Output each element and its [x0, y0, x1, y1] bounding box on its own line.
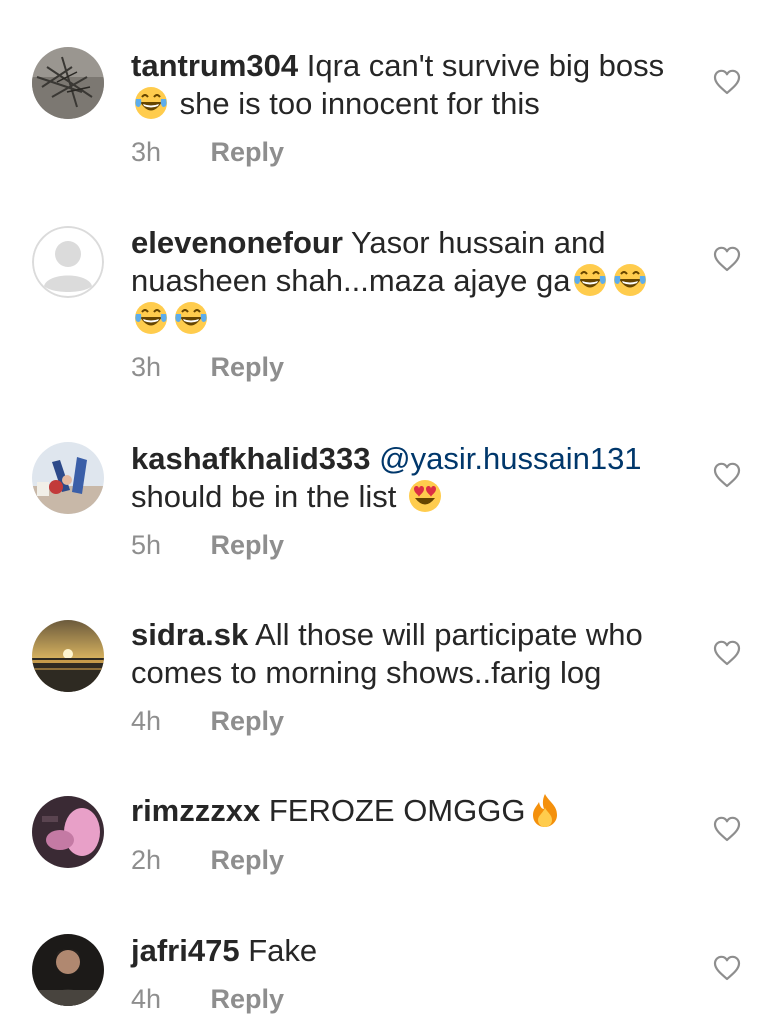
comment-username[interactable]: elevenonefour: [131, 225, 343, 260]
face-with-tears-of-joy-icon: [612, 262, 648, 298]
avatar[interactable]: [32, 47, 104, 119]
comment-item: sidra.sk All those will participate who …: [0, 600, 784, 770]
comment-timestamp: 5h: [131, 530, 162, 560]
heart-outline-icon[interactable]: [712, 460, 742, 490]
comment-timestamp: 4h: [131, 706, 162, 736]
comment-text: kashafkhalid333 @yasir.hussain131 should…: [131, 440, 691, 516]
avatar-photo-sunset: [32, 620, 104, 692]
comment-item: kashafkhalid333 @yasir.hussain131 should…: [0, 420, 784, 600]
fire-icon: [527, 792, 563, 828]
comment-text: sidra.sk All those will participate who …: [131, 616, 691, 692]
face-with-tears-of-joy-icon: [173, 300, 209, 336]
comment-item: tantrum304 Iqra can't survive big boss s…: [0, 0, 784, 190]
comment-username[interactable]: jafri475: [131, 933, 240, 968]
comment-text: rimzzzxx FEROZE OMGGG: [131, 792, 691, 830]
comment-body: should be in the list: [131, 479, 397, 514]
comment-body-continued: she is too innocent for this: [179, 86, 540, 121]
comment-item: elevenonefour Yasor hussain and nuasheen…: [0, 190, 784, 390]
comment-username[interactable]: rimzzzxx: [131, 793, 260, 828]
comment-body: Iqra can't survive big boss: [306, 48, 665, 83]
comment-username[interactable]: sidra.sk: [131, 617, 248, 652]
comment-body: Yasor hussain and: [350, 225, 606, 260]
comment-body: Fake: [248, 933, 318, 968]
avatar-photo-people: [32, 442, 104, 514]
reply-button[interactable]: Reply: [211, 706, 285, 736]
smiling-face-with-heart-eyes-icon: [407, 478, 443, 514]
face-with-tears-of-joy-icon: [572, 262, 608, 298]
reply-button[interactable]: Reply: [211, 984, 285, 1014]
reply-button[interactable]: Reply: [211, 845, 285, 875]
comment-timestamp: 3h: [131, 352, 162, 382]
comment-body: FEROZE OMGGG: [268, 793, 526, 828]
comment-body-continued: nuasheen shah...maza ajaye ga: [131, 263, 571, 298]
comment-text: jafri475 Fake: [131, 932, 691, 970]
reply-button[interactable]: Reply: [211, 352, 285, 382]
comment-item: jafri475 Fake 4h Reply: [0, 920, 784, 1024]
comment-meta: 2h Reply: [131, 845, 284, 876]
comment-meta: 3h Reply: [131, 137, 284, 168]
reply-button[interactable]: Reply: [211, 530, 285, 560]
avatar[interactable]: [32, 934, 104, 1006]
avatar[interactable]: [32, 796, 104, 868]
comment-username[interactable]: tantrum304: [131, 48, 298, 83]
comment-timestamp: 3h: [131, 137, 162, 167]
comment-body: All those will participate who: [255, 617, 643, 652]
reply-button[interactable]: Reply: [211, 137, 285, 167]
avatar[interactable]: [32, 226, 104, 298]
comment-timestamp: 2h: [131, 845, 162, 875]
avatar[interactable]: [32, 442, 104, 514]
avatar-photo-person: [32, 934, 104, 1006]
comment-meta: 4h Reply: [131, 706, 284, 737]
comment-text: tantrum304 Iqra can't survive big boss s…: [131, 47, 691, 123]
default-avatar-icon: [32, 226, 104, 298]
comment-text: elevenonefour Yasor hussain and nuasheen…: [131, 224, 691, 338]
heart-outline-icon[interactable]: [712, 244, 742, 274]
mention-link[interactable]: @yasir.hussain131: [379, 441, 641, 476]
comment-meta: 5h Reply: [131, 530, 284, 561]
avatar[interactable]: [32, 620, 104, 692]
comment-body-continued: comes to morning shows..farig log: [131, 655, 602, 690]
comment-meta: 3h Reply: [131, 352, 284, 383]
heart-outline-icon[interactable]: [712, 638, 742, 668]
comment-timestamp: 4h: [131, 984, 162, 1014]
avatar-photo-dark-branches: [32, 47, 104, 119]
heart-outline-icon[interactable]: [712, 67, 742, 97]
avatar-photo-pink: [32, 796, 104, 868]
heart-outline-icon[interactable]: [712, 814, 742, 844]
heart-outline-icon[interactable]: [712, 953, 742, 983]
face-with-tears-of-joy-icon: [133, 300, 169, 336]
comment-username[interactable]: kashafkhalid333: [131, 441, 371, 476]
face-with-tears-of-joy-icon: [133, 85, 169, 121]
comment-item: rimzzzxx FEROZE OMGGG 2h Reply: [0, 770, 784, 920]
comment-meta: 4h Reply: [131, 984, 284, 1015]
